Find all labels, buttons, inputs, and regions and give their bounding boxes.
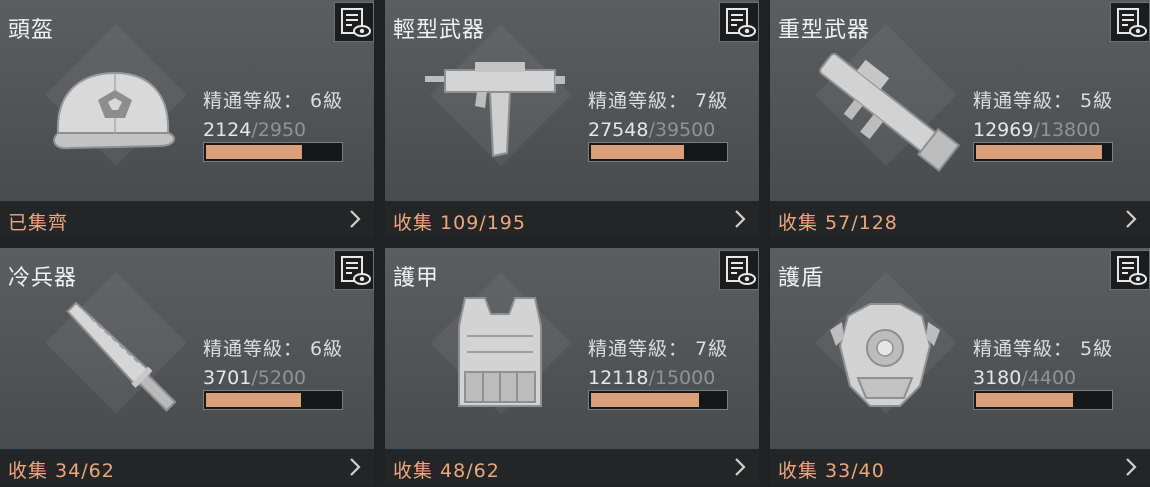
chevron-right-icon: [350, 210, 361, 228]
xp-max: 13800: [1039, 119, 1101, 141]
collection-status: 收集 33/40: [778, 460, 885, 482]
xp-progress-bar: [203, 142, 343, 162]
rocket-launcher-icon: [819, 52, 961, 172]
chevron-right-icon: [350, 458, 361, 476]
mastery-level: 精通等級： 7級: [588, 90, 729, 112]
xp-progress-fill: [206, 145, 303, 159]
xp-progress-bar: [973, 142, 1113, 162]
chevron-right-icon: [735, 210, 746, 228]
xp-progress-bar: [588, 390, 728, 410]
xp-max: 2950: [257, 119, 307, 141]
xp-readout: 27548/39500: [588, 119, 715, 141]
document-view-icon: [726, 8, 756, 37]
machete-icon: [66, 301, 177, 412]
mastery-level: 精通等級： 7級: [588, 338, 729, 360]
document-view-icon: [341, 8, 371, 37]
xp-max: 5200: [257, 367, 307, 389]
xp-progress-bar: [203, 390, 343, 410]
category-card-light-weapons[interactable]: 輕型武器 精通等級： 7級 27548/39500 收集 109/195: [385, 0, 759, 237]
view-details-button[interactable]: [334, 250, 374, 290]
xp-current: 12969: [973, 119, 1034, 141]
collection-footer[interactable]: 收集 57/128: [770, 201, 1150, 237]
xp-readout: 2124/2950: [203, 119, 306, 141]
xp-readout: 12969/13800: [973, 119, 1100, 141]
view-details-button[interactable]: [719, 250, 759, 290]
chevron-right-icon: [1126, 458, 1137, 476]
chevron-right-icon: [735, 458, 746, 476]
collection-footer[interactable]: 收集 48/62: [385, 449, 759, 485]
view-details-button[interactable]: [1110, 250, 1150, 290]
xp-progress-fill: [591, 393, 700, 407]
collection-status: 已集齊: [8, 212, 69, 234]
category-card-heavy-weapons[interactable]: 重型武器 精通等級： 5級 12969/13800 收集 57/128: [770, 0, 1150, 237]
helmet-cap-icon: [53, 71, 176, 150]
collection-footer[interactable]: 已集齊: [0, 201, 374, 237]
document-view-icon: [726, 256, 756, 285]
xp-readout: 12118/15000: [588, 367, 715, 389]
xp-current: 27548: [588, 119, 649, 141]
collection-footer[interactable]: 收集 109/195: [385, 201, 759, 237]
xp-progress-fill: [976, 393, 1073, 407]
xp-progress-bar: [588, 142, 728, 162]
xp-current: 2124: [203, 119, 252, 141]
xp-readout: 3701/5200: [203, 367, 306, 389]
collection-status: 收集 48/62: [393, 460, 500, 482]
collection-status: 收集 34/62: [8, 460, 115, 482]
xp-progress-fill: [591, 145, 685, 159]
category-card-armor[interactable]: 護甲 精通等級： 7級 12118/15000 收集 48/62: [385, 248, 759, 485]
mastery-level: 精通等級： 6級: [203, 338, 344, 360]
mastery-level: 精通等級： 5級: [973, 338, 1114, 360]
xp-current: 12118: [588, 367, 649, 389]
collection-status: 收集 57/128: [778, 212, 898, 234]
view-details-button[interactable]: [334, 2, 374, 42]
document-view-icon: [1117, 8, 1147, 37]
collection-footer[interactable]: 收集 34/62: [0, 449, 374, 485]
body-armor-icon: [458, 297, 542, 407]
xp-progress-fill: [976, 145, 1102, 159]
xp-max: 15000: [654, 367, 716, 389]
document-view-icon: [341, 256, 371, 285]
category-card-melee[interactable]: 冷兵器 精通等級： 6級 3701/5200 收集 34/62: [0, 248, 374, 485]
category-card-shield[interactable]: 護盾 精通等級： 5級 3180/4400 收集 33/40: [770, 248, 1150, 485]
view-details-button[interactable]: [719, 2, 759, 42]
mastery-grid: 頭盔 精通等級： 6級 2124/2950 已集齊 輕型武器 精通等級： 7級 …: [0, 0, 1150, 487]
document-view-icon: [1117, 256, 1147, 285]
collection-status: 收集 109/195: [393, 212, 526, 234]
collection-footer[interactable]: 收集 33/40: [770, 449, 1150, 485]
category-card-helmet[interactable]: 頭盔 精通等級： 6級 2124/2950 已集齊: [0, 0, 374, 237]
mastery-level: 精通等級： 6級: [203, 90, 344, 112]
xp-current: 3701: [203, 367, 252, 389]
chevron-right-icon: [1126, 210, 1137, 228]
shield-armor-icon: [830, 303, 940, 407]
xp-progress-bar: [973, 390, 1113, 410]
xp-max: 4400: [1027, 367, 1077, 389]
xp-current: 3180: [973, 367, 1022, 389]
mastery-level: 精通等級： 5級: [973, 90, 1114, 112]
xp-progress-fill: [206, 393, 302, 407]
view-details-button[interactable]: [1110, 2, 1150, 42]
submachine-gun-icon: [425, 62, 565, 158]
xp-max: 39500: [654, 119, 716, 141]
xp-readout: 3180/4400: [973, 367, 1076, 389]
